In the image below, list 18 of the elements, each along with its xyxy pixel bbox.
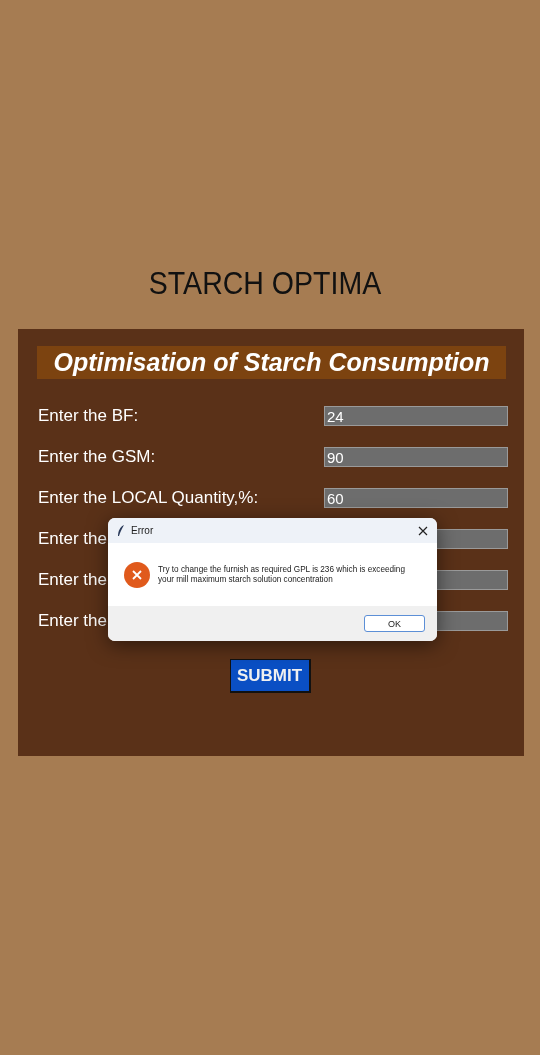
field-label: Enter the <box>38 570 107 590</box>
field-label: Enter the GSM: <box>38 447 156 467</box>
submit-button[interactable]: SUBMIT <box>229 659 311 693</box>
form-heading: Optimisation of Starch Consumption <box>37 346 506 379</box>
ok-button[interactable]: OK <box>364 615 425 632</box>
app-title: STARCH OPTIMA <box>147 265 383 303</box>
input-field[interactable]: 90 <box>324 447 508 467</box>
feather-icon <box>117 524 125 537</box>
input-field[interactable]: 24 <box>324 406 508 426</box>
error-message: Try to change the furnish as required GPL is 236 which is exceeding your mill maximum starch solution concentration <box>158 564 406 585</box>
close-icon[interactable] <box>418 525 428 536</box>
dialog-title: Error <box>131 525 155 536</box>
field-label: Enter the LOCAL Quantity,%: <box>38 488 259 508</box>
field-label: Enter the BF: <box>38 406 139 426</box>
error-icon <box>124 561 150 588</box>
field-label: Enter the <box>38 611 107 631</box>
field-label: Enter the <box>38 529 107 549</box>
input-field[interactable]: 60 <box>324 488 508 508</box>
